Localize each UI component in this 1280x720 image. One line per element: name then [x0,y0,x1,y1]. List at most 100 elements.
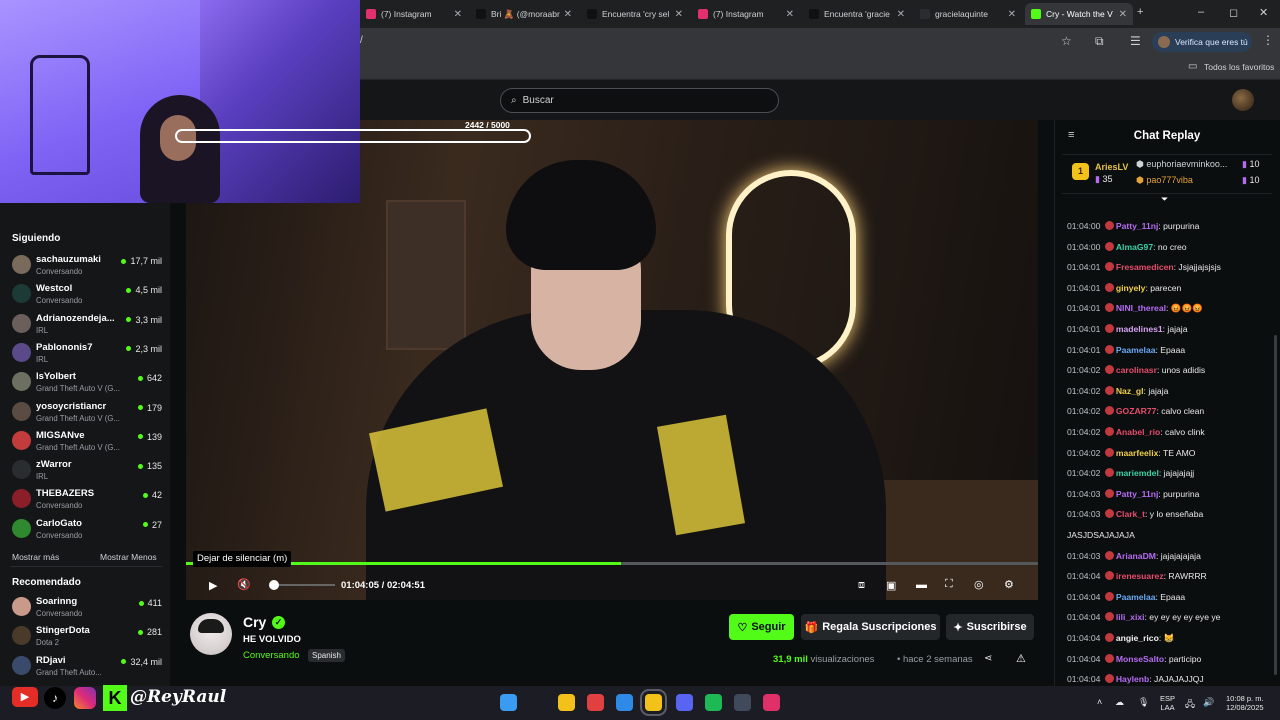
chrome-icon[interactable] [640,689,667,716]
streamer-avatar[interactable] [190,613,232,655]
volume-slider[interactable] [273,584,335,586]
chat-message[interactable]: 01:04:02 carolinasr: unos adidis [1067,365,1272,375]
network-icon[interactable]: 🖧 [1185,697,1195,713]
windows-icon[interactable] [500,694,517,711]
chat-username[interactable]: lili_xixi [1116,612,1145,622]
sidebar-channel[interactable]: Pablononis7 IRL 2,3 mil [10,340,162,368]
chat-username[interactable]: NINI_thereal [1116,303,1166,313]
muted-speaker-icon[interactable]: 🔇 [237,578,251,591]
top-gifter-name[interactable]: AriesLV [1095,162,1128,172]
extensions-icon[interactable]: ⧉ [1095,34,1104,49]
chat-message[interactable]: 01:04:02 Anabel_rio: calvo clink [1067,427,1272,437]
video-progress-bar[interactable] [186,562,1038,565]
chat-username[interactable]: maarfeelix [1116,448,1159,458]
file-explorer-icon[interactable] [558,694,575,711]
spotify-icon[interactable] [705,694,722,711]
miniplayer-icon[interactable]: ▬ [916,579,927,591]
chat-username[interactable]: Patty_11nj [1116,221,1159,231]
pinned-user-1[interactable]: ⬢ euphoriaevminkoo... [1136,159,1236,170]
sidebar-channel[interactable]: THEBAZERS Conversando 42 [10,486,162,514]
chat-message[interactable]: 01:04:02 Naz_gl: jajaja [1067,385,1272,396]
edge-icon[interactable] [616,694,633,711]
chat-username[interactable]: Haylenb [1116,674,1149,684]
chat-username[interactable]: MonseSalto [1116,654,1164,664]
sidebar-channel[interactable]: zWarror IRL 135 [10,457,162,485]
gift-subs-button[interactable]: 🎁 Regala Suscripciones [801,614,940,640]
steam-icon[interactable] [734,694,751,711]
tiktok-icon[interactable] [763,694,780,711]
clock[interactable]: 10:08 p. m. 12/08/2025 [1226,694,1264,712]
streamer-name[interactable]: Cry [243,614,266,630]
user-avatar[interactable] [1232,89,1254,111]
volume-knob[interactable] [269,580,279,590]
volume-icon[interactable]: 🔊 [1203,697,1214,708]
settings-gear-icon[interactable]: ⚙ [1004,578,1014,591]
chat-username[interactable]: Anabel_rio [1116,427,1160,437]
search-icon[interactable] [529,694,546,711]
chat-message[interactable]: 01:04:01 Paamelaa: Epaaa [1067,344,1272,355]
show-less-link[interactable]: Mostrar Menos [100,552,157,562]
search-input[interactable]: ⌕ Buscar [500,88,779,113]
browser-tab[interactable]: gracielaquinte ✕ [914,3,1022,25]
tab-close-icon[interactable]: ✕ [675,9,683,20]
theater-icon[interactable]: ▣ [886,579,896,592]
chat-message[interactable]: 01:04:01 ginyely: parecen [1067,282,1272,293]
subscribe-button[interactable]: ✦ Suscribirse [946,614,1034,640]
chat-username[interactable]: Naz_gl [1116,386,1144,396]
chat-message[interactable]: 01:04:01 NINI_thereal: 😡😡😡 [1067,303,1272,314]
language-tag[interactable]: Spanish [308,649,345,662]
browser-tab[interactable]: Encuentra 'cry sel ✕ [581,3,689,25]
language-indicator[interactable]: ESP LAA [1160,694,1175,712]
stream-category[interactable]: Conversando [243,650,300,661]
chat-message[interactable]: 01:04:03 ArianaDM: jajajajajaja [1067,550,1272,561]
chat-message[interactable]: 01:04:00 AlmaG97: no creo [1067,241,1272,252]
app-icon[interactable] [587,694,604,711]
sidebar-channel[interactable]: Soarinng Conversando 411 [10,594,162,622]
chat-message[interactable]: 01:04:03 Patty_11nj: purpurina [1067,488,1272,499]
chat-message[interactable]: 01:04:04 Haylenb: JAJAJAJJQJ [1067,674,1272,684]
chat-message[interactable]: 01:04:00 Patty_11nj: purpurina [1067,221,1272,231]
chat-message[interactable]: 01:04:04 irenesuarez: RAWRRR [1067,571,1272,581]
new-tab-button[interactable]: + [1137,6,1143,18]
chat-message[interactable]: 01:04:01 madelines1: jajaja [1067,324,1272,334]
pinned-user-2[interactable]: ⬢ pao777viba [1136,175,1193,186]
chat-username[interactable]: madelines1 [1116,324,1163,334]
play-icon[interactable]: ▶ [209,579,217,592]
chat-username[interactable]: carolinasr [1116,365,1157,375]
follow-button[interactable]: ♡ Seguir [729,614,794,640]
tab-close-icon[interactable]: ✕ [564,9,572,20]
fullscreen-icon[interactable]: ⛶ [945,578,953,591]
sidebar-channel[interactable]: StingerDota Dota 2 281 [10,623,162,651]
chat-username[interactable]: Patty_11nj [1116,489,1159,499]
clip-icon[interactable]: ⧈ [858,579,865,592]
profile-verify-chip[interactable]: Verifica que eres tú [1152,32,1252,52]
chat-username[interactable]: Fresamedicen [1116,262,1174,272]
chat-username[interactable]: ginyely [1116,283,1146,293]
chat-message[interactable]: 01:04:04 lili_xixi: ey ey ey ey eye ye [1067,612,1272,622]
tab-close-icon[interactable]: ✕ [1008,9,1016,20]
report-warning-icon[interactable]: ⚠ [1016,652,1026,665]
sidebar-channel[interactable]: sachauzumaki Conversando 17,7 mil [10,252,162,280]
microphone-icon[interactable]: 🎙 [1138,697,1149,708]
sidebar-channel[interactable]: Adrianozendeja... IRL 3,3 mil [10,311,162,339]
discord-icon[interactable] [676,694,693,711]
collapse-pinned-icon[interactable]: ⏷ [1161,194,1168,205]
chat-message[interactable]: 01:04:01 Fresamedicen: Jsjajjajsjsjs [1067,262,1272,272]
browser-tab[interactable]: Encuentra 'gracie ✕ [803,3,911,25]
chat-username[interactable]: AlmaG97 [1116,242,1153,252]
chat-message[interactable]: 01:04:04 MonseSalto: participo [1067,653,1272,664]
chat-username[interactable]: angie_rico [1116,633,1159,643]
chat-message[interactable]: 01:04:04 angie_rico: 😸 [1067,633,1272,644]
minimize-button[interactable]: – [1198,6,1204,18]
chat-scrollbar[interactable] [1274,335,1277,675]
chat-message[interactable]: 01:04:02 mariemdel: jajajajajj [1067,468,1272,478]
sidebar-channel[interactable]: yosoycristiancr Grand Theft Auto V (G... 1… [10,399,162,427]
browser-tab[interactable]: Cry - Watch the V ✕ [1025,3,1133,25]
sidebar-channel[interactable]: CarloGato Conversando 27 [10,516,162,544]
sidebar-channel[interactable]: MIGSANve Grand Theft Auto V (G... 139 [10,428,162,456]
chat-username[interactable]: GOZAR77 [1116,406,1157,416]
chat-message[interactable]: 01:04:03 Clark_t: y lo enseñaba [1067,509,1272,519]
browser-menu-icon[interactable]: ⋮ [1262,33,1274,47]
close-window-button[interactable]: ✕ [1259,6,1268,19]
browser-tab[interactable]: (7) Instagram ✕ [692,3,800,25]
